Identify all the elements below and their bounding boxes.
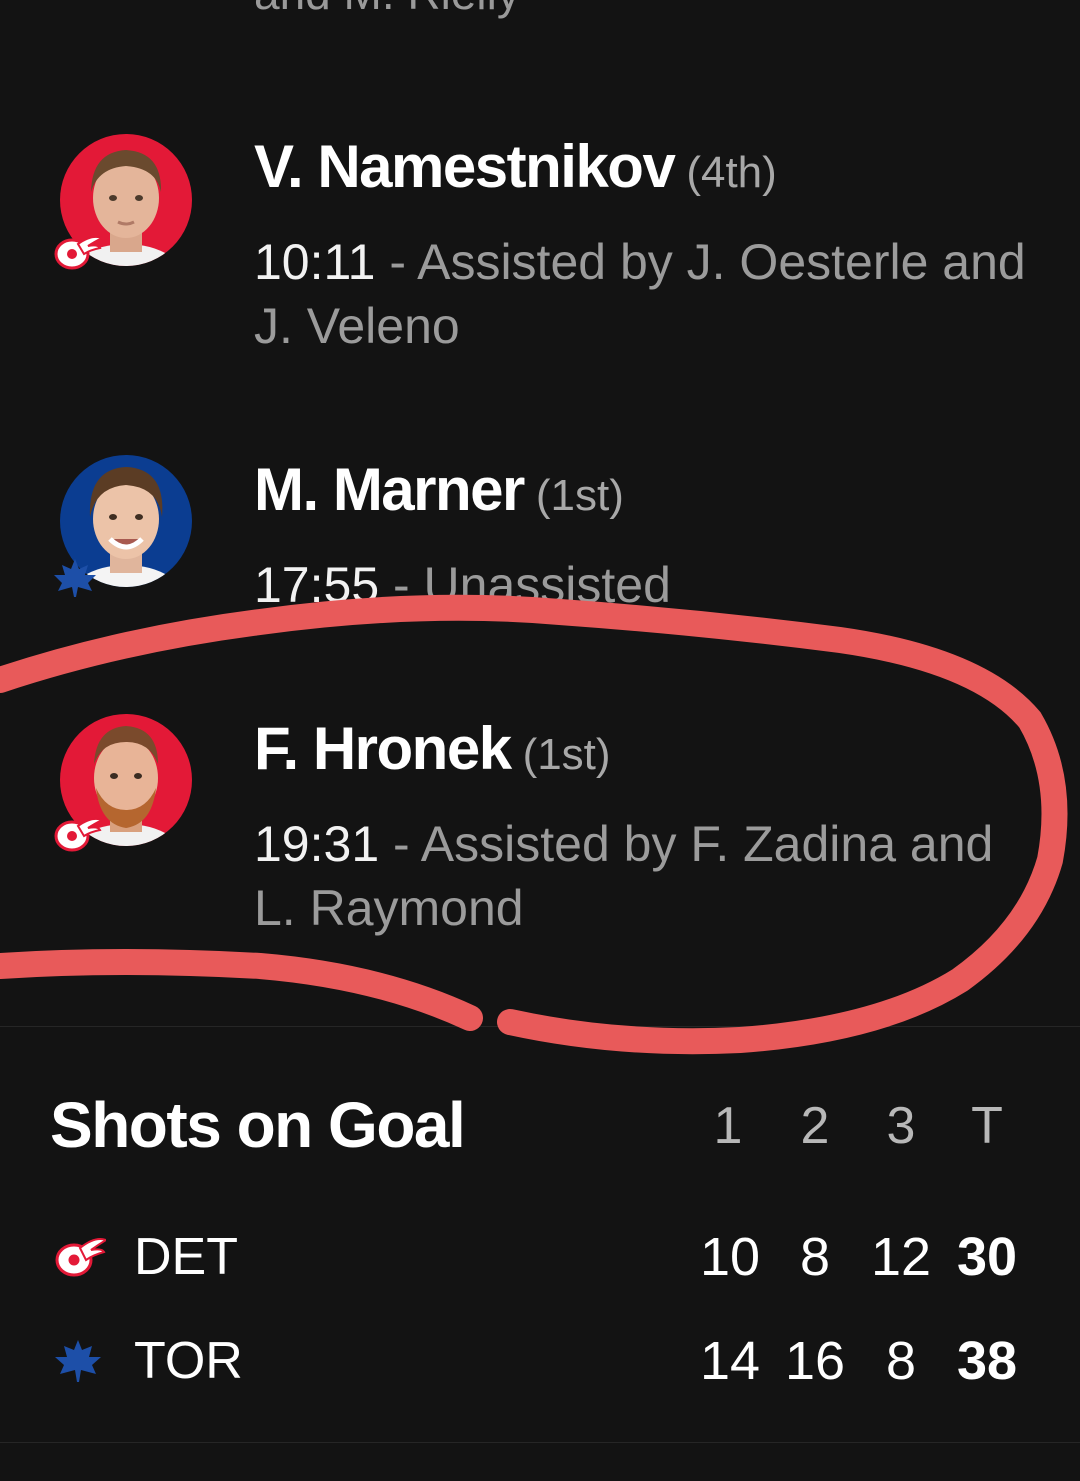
maple-leafs-logo-icon (54, 559, 96, 597)
sog-row-tor: TOR 14 16 8 38 (0, 1328, 1080, 1398)
goal-count: (4th) (686, 148, 777, 197)
goal-time: 19:31 (254, 816, 380, 872)
total-header: T (971, 1097, 1003, 1155)
goal-detail: 10:11 - Assisted by J. Oesterle and J. V… (254, 230, 1044, 358)
sog-total: 38 (956, 1331, 1018, 1391)
goal-entry-marner[interactable]: M. Marner (1st) 17:55 - Unassisted (0, 455, 1080, 615)
team-abbreviation: DET (134, 1228, 238, 1286)
sog-period-2: 8 (799, 1227, 831, 1287)
goal-detail: 19:31 - Assisted by F. Zadina and L. Ray… (254, 812, 1044, 940)
sog-period-2: 16 (784, 1331, 846, 1391)
maple-leafs-logo-icon (55, 1340, 101, 1382)
scorer-name: M. Marner (254, 456, 525, 523)
period-1-header: 1 (713, 1097, 743, 1155)
goal-time: 10:11 (254, 234, 376, 290)
red-wings-logo-icon (54, 235, 102, 270)
goal-count: (1st) (535, 471, 624, 520)
team-abbreviation: TOR (134, 1332, 243, 1390)
period-3-header: 3 (886, 1097, 916, 1155)
sog-total: 30 (956, 1227, 1018, 1287)
sog-period-1: 14 (699, 1331, 761, 1391)
section-divider (0, 1026, 1080, 1027)
shots-on-goal-title: Shots on Goal (50, 1089, 466, 1161)
goal-entry-hronek[interactable]: F. Hronek (1st) 19:31 - Assisted by F. Za… (0, 714, 1080, 974)
red-wings-logo-icon (54, 817, 102, 852)
goal-detail: 17:55 - Unassisted (254, 553, 1044, 617)
bottom-divider (0, 1442, 1080, 1443)
sog-period-3: 8 (885, 1331, 917, 1391)
previous-goal-assist-text: and M. Rielly (254, 0, 520, 20)
red-wings-logo-icon (55, 1238, 106, 1277)
period-2-header: 2 (800, 1097, 830, 1155)
scorer-name: F. Hronek (254, 715, 512, 782)
sog-period-1: 10 (699, 1227, 761, 1287)
sog-period-3: 12 (870, 1227, 932, 1287)
goal-time: 17:55 (254, 557, 380, 613)
goal-count: (1st) (522, 730, 611, 779)
goal-entry-namestnikov[interactable]: V. Namestnikov (4th) 10:11 - Assisted by … (0, 132, 1080, 392)
sog-row-det: DET 10 8 12 30 (0, 1224, 1080, 1294)
scorer-name: V. Namestnikov (254, 133, 676, 200)
assist-text: - Unassisted (379, 557, 671, 613)
